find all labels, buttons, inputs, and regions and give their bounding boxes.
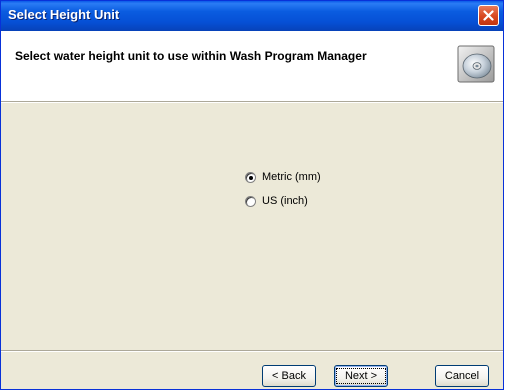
next-button[interactable]: Next > [334, 365, 388, 387]
metric-radio[interactable] [245, 171, 256, 183]
wizard-header: Select water height unit to use within W… [1, 31, 503, 101]
cd-disc-icon [457, 45, 495, 83]
dialog-window: Select Height Unit Select water height u… [0, 0, 504, 390]
metric-option[interactable]: Metric (mm) [245, 169, 321, 185]
metric-label[interactable]: Metric (mm) [262, 171, 321, 183]
next-button-label: Next > [335, 368, 387, 384]
cancel-button[interactable]: Cancel [435, 365, 489, 387]
footer-divider [1, 350, 503, 352]
header-instruction: Select water height unit to use within W… [15, 49, 367, 63]
title-bar[interactable]: Select Height Unit [1, 1, 503, 31]
us-label[interactable]: US (inch) [262, 195, 308, 207]
close-icon [483, 10, 494, 21]
us-radio[interactable] [245, 195, 256, 207]
cancel-button-label: Cancel [444, 370, 480, 382]
close-button[interactable] [478, 5, 499, 26]
unit-options: Metric (mm) US (inch) [245, 169, 321, 217]
back-button-label: < Back [272, 370, 306, 382]
back-button[interactable]: < Back [262, 365, 316, 387]
window-title: Select Height Unit [8, 7, 120, 22]
header-divider [1, 101, 503, 103]
us-option[interactable]: US (inch) [245, 193, 321, 209]
